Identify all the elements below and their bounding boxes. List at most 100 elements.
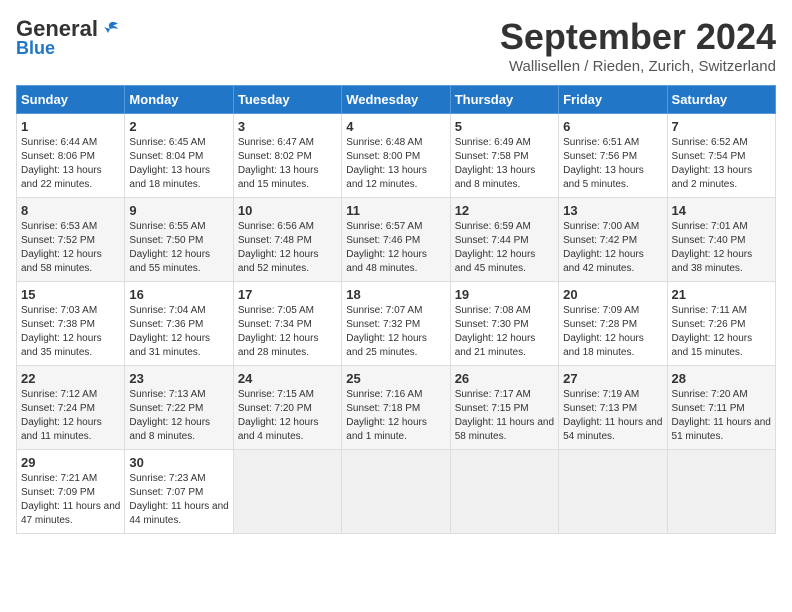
calendar-day-cell: 3 Sunrise: 6:47 AMSunset: 8:02 PMDaylight…	[233, 114, 341, 198]
day-number: 26	[455, 371, 554, 386]
day-number: 15	[21, 287, 120, 302]
calendar-day-cell: 23 Sunrise: 7:13 AMSunset: 7:22 PMDayligh…	[125, 366, 233, 450]
calendar-day-cell	[342, 450, 450, 534]
weekday-header-row: SundayMondayTuesdayWednesdayThursdayFrid…	[17, 86, 776, 114]
day-info: Sunrise: 7:00 AMSunset: 7:42 PMDaylight:…	[563, 220, 662, 276]
weekday-header-wednesday: Wednesday	[342, 86, 450, 114]
calendar-day-cell: 6 Sunrise: 6:51 AMSunset: 7:56 PMDaylight…	[559, 114, 667, 198]
day-number: 3	[238, 119, 337, 134]
day-info: Sunrise: 7:21 AMSunset: 7:09 PMDaylight:…	[21, 472, 120, 528]
weekday-header-sunday: Sunday	[17, 86, 125, 114]
day-info: Sunrise: 6:44 AMSunset: 8:06 PMDaylight:…	[21, 136, 120, 192]
calendar-day-cell: 9 Sunrise: 6:55 AMSunset: 7:50 PMDaylight…	[125, 198, 233, 282]
day-number: 19	[455, 287, 554, 302]
month-title: September 2024	[500, 16, 776, 58]
day-number: 10	[238, 203, 337, 218]
logo-bird-icon	[100, 21, 120, 37]
day-info: Sunrise: 7:07 AMSunset: 7:32 PMDaylight:…	[346, 304, 445, 360]
day-info: Sunrise: 7:09 AMSunset: 7:28 PMDaylight:…	[563, 304, 662, 360]
calendar-day-cell	[559, 450, 667, 534]
calendar-day-cell: 27Sunrise: 7:19 AMSunset: 7:13 PMDayligh…	[559, 366, 667, 450]
calendar-day-cell: 26Sunrise: 7:17 AMSunset: 7:15 PMDayligh…	[450, 366, 558, 450]
day-number: 11	[346, 203, 445, 218]
day-info: Sunrise: 7:23 AMSunset: 7:07 PMDaylight:…	[129, 472, 228, 528]
day-info: Sunrise: 6:51 AMSunset: 7:56 PMDaylight:…	[563, 136, 662, 192]
day-number: 8	[21, 203, 120, 218]
day-info: Sunrise: 7:04 AMSunset: 7:36 PMDaylight:…	[129, 304, 228, 360]
calendar-day-cell: 2 Sunrise: 6:45 AMSunset: 8:04 PMDaylight…	[125, 114, 233, 198]
calendar-week-row: 15 Sunrise: 7:03 AMSunset: 7:38 PMDayligh…	[17, 282, 776, 366]
day-number: 30	[129, 455, 228, 470]
calendar-day-cell: 28 Sunrise: 7:20 AMSunset: 7:11 PMDayligh…	[667, 366, 775, 450]
day-number: 14	[672, 203, 771, 218]
calendar-day-cell: 4 Sunrise: 6:48 AMSunset: 8:00 PMDaylight…	[342, 114, 450, 198]
day-number: 18	[346, 287, 445, 302]
day-number: 1	[21, 119, 120, 134]
calendar-week-row: 1 Sunrise: 6:44 AMSunset: 8:06 PMDaylight…	[17, 114, 776, 198]
day-number: 9	[129, 203, 228, 218]
day-number: 20	[563, 287, 662, 302]
day-info: Sunrise: 6:48 AMSunset: 8:00 PMDaylight:…	[346, 136, 445, 192]
day-number: 5	[455, 119, 554, 134]
header: General Blue September 2024 Wallisellen …	[16, 16, 776, 75]
calendar-day-cell	[233, 450, 341, 534]
calendar-day-cell: 24 Sunrise: 7:15 AMSunset: 7:20 PMDayligh…	[233, 366, 341, 450]
day-info: Sunrise: 6:57 AMSunset: 7:46 PMDaylight:…	[346, 220, 445, 276]
calendar-day-cell: 8 Sunrise: 6:53 AMSunset: 7:52 PMDaylight…	[17, 198, 125, 282]
day-info: Sunrise: 6:52 AMSunset: 7:54 PMDaylight:…	[672, 136, 771, 192]
day-info: Sunrise: 6:55 AMSunset: 7:50 PMDaylight:…	[129, 220, 228, 276]
calendar-table: SundayMondayTuesdayWednesdayThursdayFrid…	[16, 85, 776, 534]
day-info: Sunrise: 7:19 AMSunset: 7:13 PMDaylight:…	[563, 388, 662, 444]
day-number: 13	[563, 203, 662, 218]
calendar-day-cell: 12Sunrise: 6:59 AMSunset: 7:44 PMDayligh…	[450, 198, 558, 282]
calendar-day-cell: 1 Sunrise: 6:44 AMSunset: 8:06 PMDaylight…	[17, 114, 125, 198]
day-info: Sunrise: 7:03 AMSunset: 7:38 PMDaylight:…	[21, 304, 120, 360]
calendar-day-cell	[450, 450, 558, 534]
logo-blue: Blue	[16, 38, 55, 59]
day-number: 24	[238, 371, 337, 386]
day-info: Sunrise: 6:53 AMSunset: 7:52 PMDaylight:…	[21, 220, 120, 276]
calendar-week-row: 22Sunrise: 7:12 AMSunset: 7:24 PMDayligh…	[17, 366, 776, 450]
calendar-day-cell: 29 Sunrise: 7:21 AMSunset: 7:09 PMDayligh…	[17, 450, 125, 534]
day-info: Sunrise: 6:49 AMSunset: 7:58 PMDaylight:…	[455, 136, 554, 192]
calendar-day-cell: 14 Sunrise: 7:01 AMSunset: 7:40 PMDayligh…	[667, 198, 775, 282]
day-info: Sunrise: 7:01 AMSunset: 7:40 PMDaylight:…	[672, 220, 771, 276]
day-number: 17	[238, 287, 337, 302]
day-number: 21	[672, 287, 771, 302]
day-number: 2	[129, 119, 228, 134]
weekday-header-monday: Monday	[125, 86, 233, 114]
weekday-header-friday: Friday	[559, 86, 667, 114]
weekday-header-saturday: Saturday	[667, 86, 775, 114]
day-number: 16	[129, 287, 228, 302]
calendar-day-cell: 20 Sunrise: 7:09 AMSunset: 7:28 PMDayligh…	[559, 282, 667, 366]
weekday-header-tuesday: Tuesday	[233, 86, 341, 114]
calendar-day-cell	[667, 450, 775, 534]
calendar-day-cell: 17Sunrise: 7:05 AMSunset: 7:34 PMDayligh…	[233, 282, 341, 366]
day-number: 28	[672, 371, 771, 386]
day-info: Sunrise: 6:45 AMSunset: 8:04 PMDaylight:…	[129, 136, 228, 192]
day-number: 12	[455, 203, 554, 218]
day-number: 4	[346, 119, 445, 134]
day-info: Sunrise: 7:20 AMSunset: 7:11 PMDaylight:…	[672, 388, 771, 444]
calendar-day-cell: 21Sunrise: 7:11 AMSunset: 7:26 PMDayligh…	[667, 282, 775, 366]
day-number: 25	[346, 371, 445, 386]
title-area: September 2024 Wallisellen / Rieden, Zur…	[500, 16, 776, 75]
day-info: Sunrise: 6:47 AMSunset: 8:02 PMDaylight:…	[238, 136, 337, 192]
calendar-day-cell: 22Sunrise: 7:12 AMSunset: 7:24 PMDayligh…	[17, 366, 125, 450]
calendar-week-row: 8 Sunrise: 6:53 AMSunset: 7:52 PMDaylight…	[17, 198, 776, 282]
day-number: 6	[563, 119, 662, 134]
day-info: Sunrise: 7:13 AMSunset: 7:22 PMDaylight:…	[129, 388, 228, 444]
day-info: Sunrise: 7:15 AMSunset: 7:20 PMDaylight:…	[238, 388, 337, 444]
day-number: 23	[129, 371, 228, 386]
day-number: 29	[21, 455, 120, 470]
calendar-day-cell: 13 Sunrise: 7:00 AMSunset: 7:42 PMDayligh…	[559, 198, 667, 282]
calendar-day-cell: 15 Sunrise: 7:03 AMSunset: 7:38 PMDayligh…	[17, 282, 125, 366]
calendar-day-cell: 18 Sunrise: 7:07 AMSunset: 7:32 PMDayligh…	[342, 282, 450, 366]
day-number: 22	[21, 371, 120, 386]
calendar-day-cell: 19Sunrise: 7:08 AMSunset: 7:30 PMDayligh…	[450, 282, 558, 366]
logo: General Blue	[16, 16, 120, 59]
calendar-day-cell: 16 Sunrise: 7:04 AMSunset: 7:36 PMDayligh…	[125, 282, 233, 366]
calendar-day-cell: 30 Sunrise: 7:23 AMSunset: 7:07 PMDayligh…	[125, 450, 233, 534]
calendar-week-row: 29 Sunrise: 7:21 AMSunset: 7:09 PMDayligh…	[17, 450, 776, 534]
weekday-header-thursday: Thursday	[450, 86, 558, 114]
